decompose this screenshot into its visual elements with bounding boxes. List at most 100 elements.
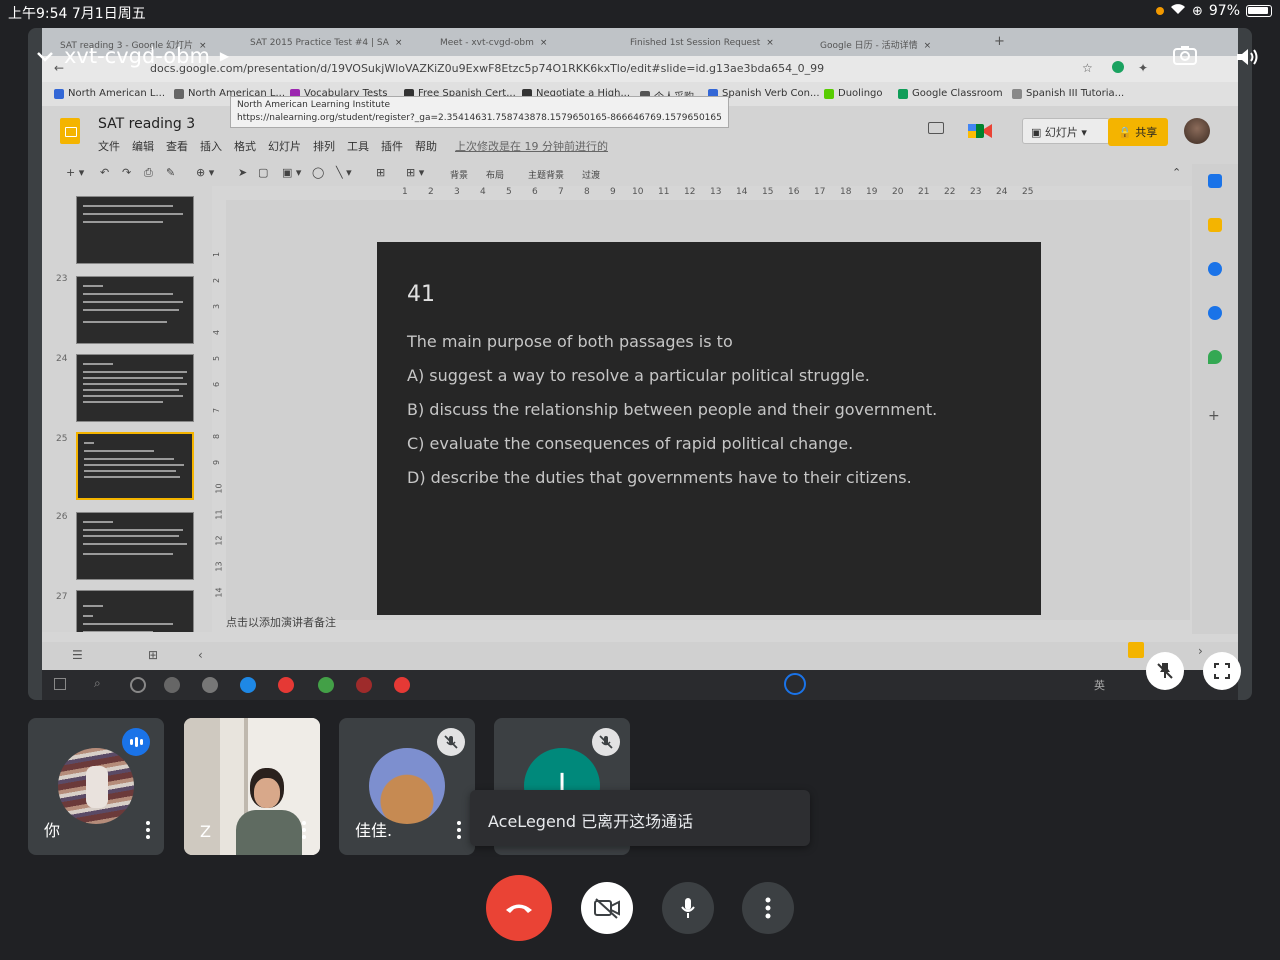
switch-camera-icon[interactable] <box>1172 44 1198 66</box>
new-tab-icon[interactable]: + <box>990 32 1010 56</box>
undo-icon[interactable]: ↶ <box>100 166 109 179</box>
slide-thumbnail[interactable] <box>76 276 194 344</box>
contacts-icon[interactable] <box>1208 306 1222 320</box>
select-icon[interactable]: ➤ <box>238 166 247 179</box>
participant-tile[interactable]: 佳佳. <box>339 718 475 855</box>
chrome-icon[interactable] <box>278 677 294 693</box>
input-language[interactable]: 英 <box>1094 677 1105 693</box>
expand-panel-icon[interactable]: › <box>1198 644 1203 658</box>
bookmark-item[interactable]: Google Classroom <box>898 88 1003 99</box>
camera-toggle-button[interactable] <box>581 882 633 934</box>
app-icon[interactable] <box>318 677 334 693</box>
menu-addons[interactable]: 插件 <box>381 138 403 154</box>
bookmark-tooltip: North American Learning Institute https:… <box>230 96 729 128</box>
collapse-panel-icon[interactable]: ‹ <box>198 648 203 662</box>
background-button[interactable]: 背景 <box>450 168 468 181</box>
comment-history-icon[interactable] <box>928 122 944 134</box>
chrome-alt-icon[interactable] <box>394 677 410 693</box>
fullscreen-button[interactable] <box>1203 652 1241 690</box>
keep-icon[interactable] <box>1208 218 1222 232</box>
grid-view-icon[interactable]: ☰ <box>72 648 83 662</box>
account-avatar[interactable] <box>1184 118 1210 144</box>
browser-tab[interactable]: SAT 2015 Practice Test #4 | SA × <box>242 32 428 56</box>
explore-icon[interactable] <box>1128 642 1144 658</box>
menu-tools[interactable]: 工具 <box>347 138 369 154</box>
menu-format[interactable]: 格式 <box>234 138 256 154</box>
maps-icon[interactable] <box>1208 350 1222 364</box>
bookmark-star-icon[interactable]: ☆ <box>1082 61 1093 75</box>
bookmark-item[interactable]: Duolingo <box>824 88 883 99</box>
collapse-toolbar-icon[interactable]: ⌃ <box>1172 166 1181 179</box>
textbox-icon[interactable]: ▢ <box>258 166 268 179</box>
more-options-button[interactable] <box>742 882 794 934</box>
theme-button[interactable]: 主题背景 <box>528 168 564 181</box>
menu-slide[interactable]: 幻灯片 <box>268 138 301 154</box>
horizontal-ruler: 1 2 3 4 5 6 7 8 9 10 11 12 13 14 15 16 1… <box>402 187 1034 197</box>
windows-start-icon[interactable] <box>54 678 66 690</box>
help-icon[interactable] <box>784 673 806 695</box>
side-panel: + <box>1192 164 1238 634</box>
extension-icon[interactable] <box>1112 61 1124 73</box>
slide-thumbnail[interactable] <box>76 512 194 580</box>
menu-help[interactable]: 帮助 <box>415 138 437 154</box>
add-addon-icon[interactable]: + <box>1208 408 1220 424</box>
browser-tab[interactable]: Finished 1st Session Request × <box>622 32 808 56</box>
print-icon[interactable]: ⎙ <box>144 166 153 180</box>
slide-thumbnail[interactable] <box>76 590 194 632</box>
line-icon[interactable]: ╲ ▾ <box>336 166 352 179</box>
chevron-down-icon[interactable] <box>36 44 54 68</box>
settings-icon[interactable] <box>202 677 218 693</box>
redo-icon[interactable]: ↷ <box>122 166 131 179</box>
menu-view[interactable]: 查看 <box>166 138 188 154</box>
filmstrip-view-icon[interactable]: ⊞ <box>148 648 158 662</box>
edge-icon[interactable] <box>240 677 256 693</box>
layout-grid-icon[interactable]: ⊞ ▾ <box>406 166 424 179</box>
leave-call-button[interactable] <box>486 875 552 941</box>
slide-thumbnail-selected[interactable] <box>76 432 194 500</box>
speaking-indicator-icon <box>122 728 150 756</box>
puzzle-icon[interactable]: ✦ <box>1138 61 1148 75</box>
speaker-notes[interactable]: 点击以添加演讲者备注 <box>226 614 336 630</box>
comment-add-icon[interactable]: ⊞ <box>376 166 385 179</box>
cortana-icon[interactable] <box>130 677 146 693</box>
shape-icon[interactable]: ◯ <box>312 166 324 179</box>
bookmark-item[interactable]: North American L... <box>54 88 165 99</box>
slide-thumbnail[interactable] <box>76 196 194 264</box>
participant-tile-self[interactable]: 你 <box>28 718 164 855</box>
microphone-toggle-button[interactable] <box>662 882 714 934</box>
task-view-icon[interactable] <box>164 677 180 693</box>
menu-file[interactable]: 文件 <box>98 138 120 154</box>
menu-insert[interactable]: 插入 <box>200 138 222 154</box>
meet-icon[interactable] <box>966 121 996 141</box>
tasks-icon[interactable] <box>1208 262 1222 276</box>
url-text[interactable]: docs.google.com/presentation/d/19VOSukjW… <box>150 62 824 75</box>
image-icon[interactable]: ▣ ▾ <box>282 166 301 179</box>
last-edit-link[interactable]: 上次修改是在 19 分钟前进行的 <box>455 138 608 154</box>
chrome-profile-icon[interactable] <box>356 677 372 693</box>
layout-button[interactable]: 布局 <box>486 168 504 181</box>
participant-tile[interactable]: Z <box>184 718 320 855</box>
doc-title[interactable]: SAT reading 3 <box>98 116 195 132</box>
browser-tab[interactable]: Google 日历 - 活动详情 × <box>812 32 982 56</box>
menu-edit[interactable]: 编辑 <box>132 138 154 154</box>
transition-button[interactable]: 过渡 <box>582 168 600 181</box>
more-options-icon[interactable] <box>457 821 461 839</box>
slide-thumbnail[interactable] <box>76 354 194 422</box>
search-icon[interactable]: ⌕ <box>94 676 101 691</box>
more-options-icon[interactable] <box>302 821 306 839</box>
paint-format-icon[interactable]: ✎ <box>166 166 175 179</box>
zoom-icon[interactable]: ⊕ ▾ <box>196 166 214 179</box>
new-slide-icon[interactable]: + ▾ <box>66 166 84 179</box>
calendar-icon[interactable] <box>1208 174 1222 188</box>
slides-logo-icon[interactable] <box>60 118 80 144</box>
meeting-header[interactable]: xvt-cvgd-obm ▶ <box>36 44 229 68</box>
share-button[interactable]: 🔒 共享 <box>1108 118 1168 146</box>
current-slide[interactable]: 41 The main purpose of both passages is … <box>377 242 1041 615</box>
more-options-icon[interactable] <box>146 821 150 839</box>
unpin-button[interactable] <box>1146 652 1184 690</box>
slideshow-button[interactable]: ▣ 幻灯片 ▾ <box>1022 118 1110 144</box>
menu-arrange[interactable]: 排列 <box>313 138 335 154</box>
bookmark-item[interactable]: Spanish III Tutoria... <box>1012 88 1124 99</box>
speaker-volume-icon[interactable] <box>1234 45 1260 69</box>
browser-tab[interactable]: Meet - xvt-cvgd-obm × <box>432 32 618 56</box>
